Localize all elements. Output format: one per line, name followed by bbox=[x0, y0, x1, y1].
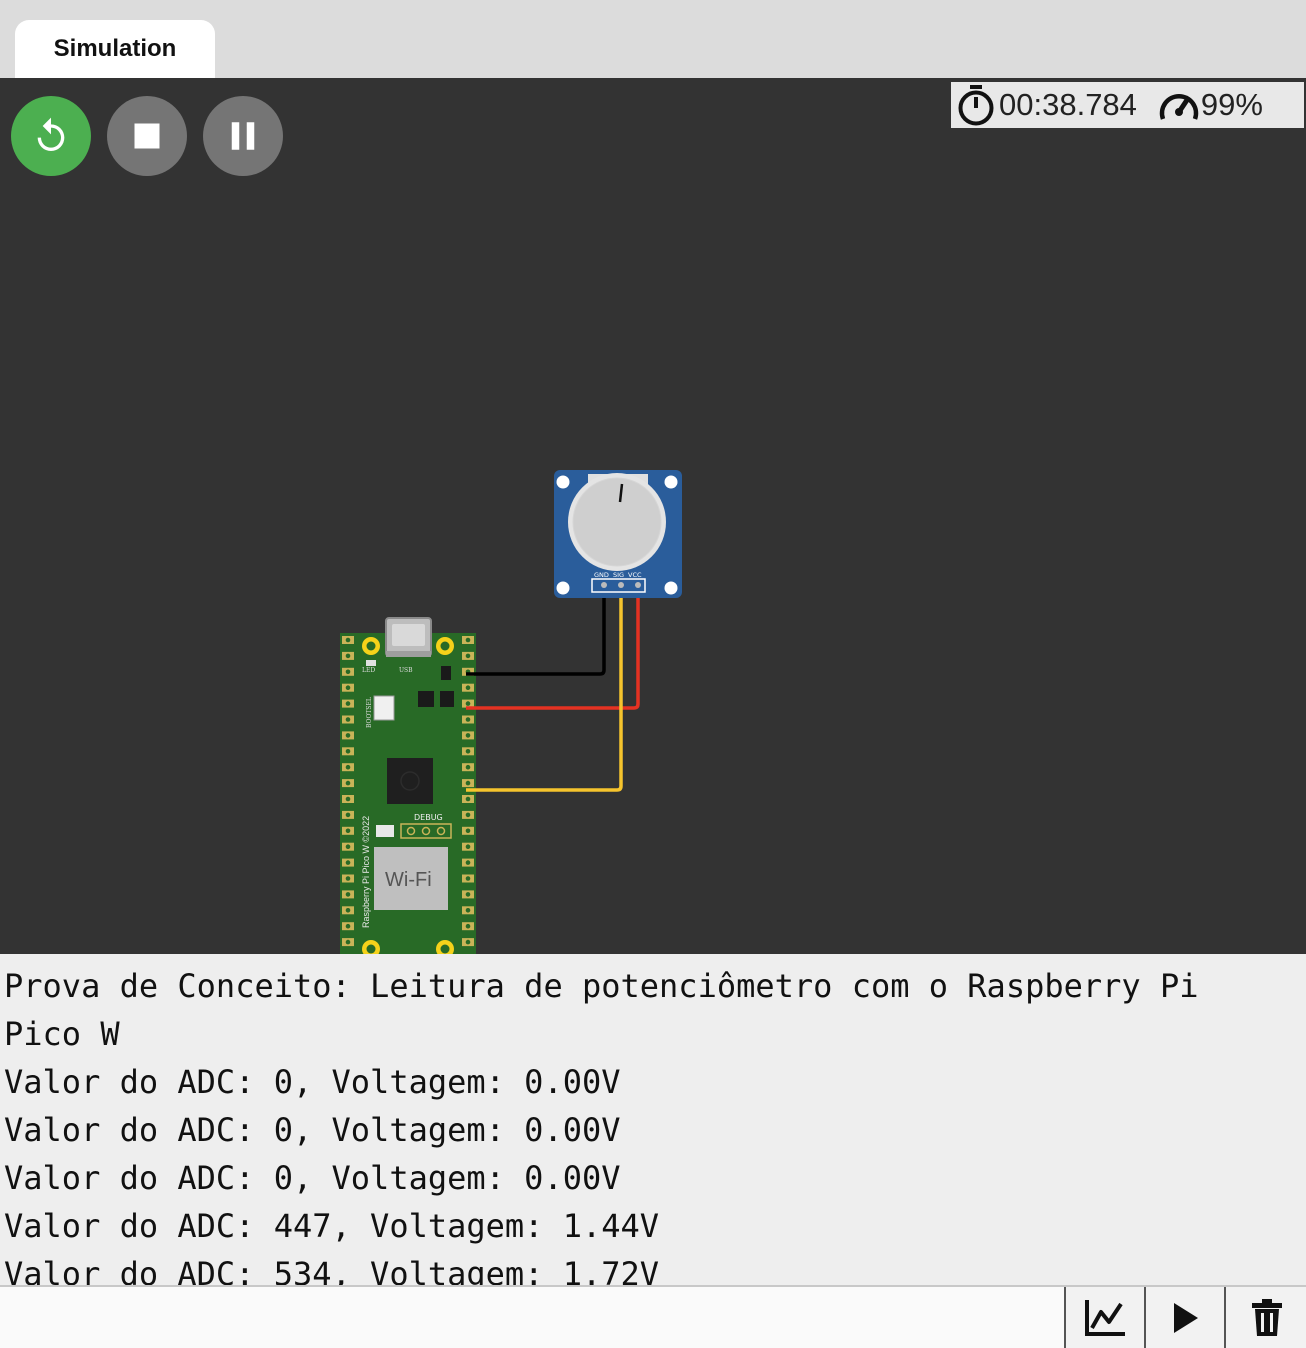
pin-hole bbox=[465, 717, 471, 722]
pin-hole bbox=[465, 908, 471, 913]
pin-hole bbox=[465, 923, 471, 929]
wire-vcc[interactable] bbox=[466, 585, 640, 710]
pin-hole bbox=[465, 939, 471, 945]
serial-line: Prova de Conceito: Leitura de potenciôme… bbox=[4, 967, 1218, 1053]
pin-hole bbox=[465, 828, 471, 834]
wire-gnd[interactable] bbox=[466, 585, 606, 676]
pin-hole bbox=[465, 637, 471, 643]
pin-hole bbox=[345, 844, 351, 849]
debug-label: DEBUG bbox=[414, 813, 443, 822]
circuit-diagram: LED USB BOOTSEL DEBUG Wi-Fi Raspberry Pi… bbox=[340, 470, 682, 954]
wifi-label: Wi-Fi bbox=[385, 869, 432, 891]
pin-hole bbox=[345, 796, 351, 802]
tab-simulation[interactable]: Simulation bbox=[15, 20, 215, 78]
pin-hole bbox=[345, 923, 351, 929]
chart-icon bbox=[1085, 1299, 1125, 1336]
pin-hole bbox=[345, 892, 351, 897]
pin-hole bbox=[465, 796, 471, 802]
pin-hole bbox=[345, 764, 351, 770]
serial-line: Valor do ADC: 447, Voltagem: 1.44V bbox=[4, 1207, 660, 1245]
play-button[interactable] bbox=[1144, 1287, 1224, 1348]
serial-line: Valor do ADC: 534, Voltagem: 1.72V bbox=[4, 1255, 660, 1285]
pin-hole bbox=[465, 860, 471, 865]
pin-hole bbox=[465, 844, 471, 849]
serial-line: Valor do ADC: 0, Voltagem: 0.00V bbox=[4, 1159, 621, 1197]
plotter-button[interactable] bbox=[1064, 1287, 1144, 1348]
pin-hole bbox=[345, 717, 351, 722]
pin-hole bbox=[345, 653, 351, 659]
pin-hole bbox=[345, 637, 351, 643]
pin-hole bbox=[345, 939, 351, 945]
play-icon bbox=[1174, 1302, 1198, 1333]
pin-hole bbox=[465, 876, 471, 881]
serial-monitor: Prova de Conceito: Leitura de potenciôme… bbox=[0, 954, 1306, 1285]
pin-hole bbox=[465, 892, 471, 897]
pin-hole bbox=[345, 860, 351, 865]
pin-hole bbox=[345, 908, 351, 913]
wire-sig[interactable] bbox=[466, 585, 623, 792]
serial-line: Valor do ADC: 0, Voltagem: 0.00V bbox=[4, 1063, 621, 1101]
pin-hole bbox=[465, 685, 471, 690]
pin-hole bbox=[465, 780, 471, 786]
simulation-canvas[interactable]: 00:38.784 99% LED USB BOOTSEL DEBUG Wi-F… bbox=[0, 78, 1306, 954]
pin-label-sig: SIG bbox=[613, 571, 624, 579]
led-label: LED bbox=[362, 667, 375, 674]
pin-hole bbox=[345, 685, 351, 690]
pin-hole bbox=[465, 733, 471, 738]
potentiometer[interactable]: GND SIG VCC bbox=[554, 470, 682, 598]
pico-w-board[interactable]: LED USB BOOTSEL DEBUG Wi-Fi Raspberry Pi… bbox=[340, 617, 476, 954]
pin-hole bbox=[465, 749, 471, 754]
pin-hole bbox=[345, 669, 351, 675]
trash-icon bbox=[1252, 1298, 1282, 1336]
pin-hole bbox=[345, 749, 351, 754]
pin-label-gnd: GND bbox=[594, 571, 609, 579]
clear-button[interactable] bbox=[1224, 1287, 1306, 1348]
usb-label: USB bbox=[399, 667, 413, 674]
pin-hole bbox=[345, 876, 351, 881]
pin-hole bbox=[465, 701, 471, 706]
tab-bar: Simulation bbox=[0, 0, 1306, 78]
board-name: Raspberry Pi Pico W ©2022 bbox=[361, 816, 371, 928]
pin-label-vcc: VCC bbox=[628, 571, 642, 579]
serial-input-bar bbox=[0, 1285, 1306, 1348]
serial-line: Valor do ADC: 0, Voltagem: 0.00V bbox=[4, 1111, 621, 1149]
pin-hole bbox=[465, 812, 471, 818]
serial-input[interactable] bbox=[0, 1287, 1064, 1348]
bootsel-label: BOOTSEL bbox=[366, 697, 373, 728]
pin-hole bbox=[345, 780, 351, 786]
pin-hole bbox=[345, 733, 351, 738]
pin-hole bbox=[345, 828, 351, 834]
pin-hole bbox=[465, 764, 471, 770]
pin-hole bbox=[345, 701, 351, 706]
pin-hole bbox=[465, 653, 471, 659]
pin-hole bbox=[345, 812, 351, 818]
